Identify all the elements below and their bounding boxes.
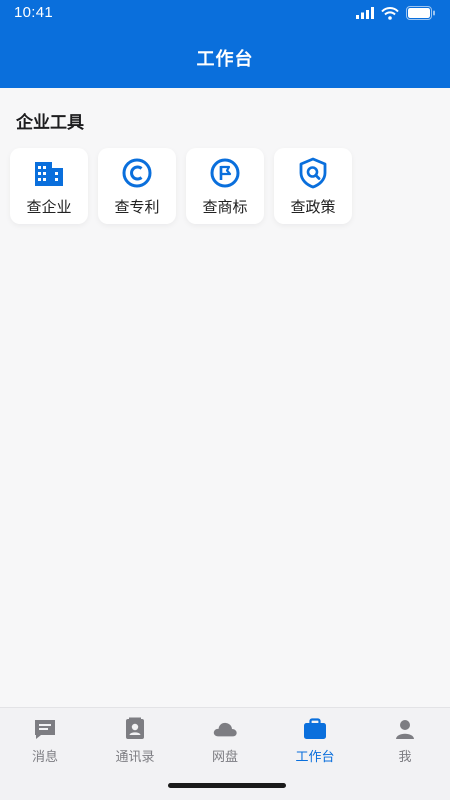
tab-cloud-drive[interactable]: 网盘 <box>180 716 270 765</box>
tab-messages[interactable]: 消息 <box>0 716 90 765</box>
page-title: 工作台 <box>196 49 254 70</box>
tool-grid: 查企业 查专利 查商标 查政策 <box>10 148 352 224</box>
signal-icon <box>356 7 374 19</box>
section-title: 企业工具 <box>16 113 84 133</box>
tool-patent-search[interactable]: 查专利 <box>98 148 176 224</box>
tool-label: 查专利 <box>114 198 160 216</box>
building-icon <box>32 156 66 190</box>
tab-label: 消息 <box>31 750 58 765</box>
tab-label: 工作台 <box>295 750 335 765</box>
tool-label: 查商标 <box>202 198 248 216</box>
contacts-icon <box>122 716 148 742</box>
tab-workbench[interactable]: 工作台 <box>270 716 360 765</box>
tool-trademark-search[interactable]: 查商标 <box>186 148 264 224</box>
tab-label: 通讯录 <box>115 750 155 765</box>
status-bar: 10:41 <box>0 0 450 26</box>
cloud-icon <box>212 716 238 742</box>
tool-policy-search[interactable]: 查政策 <box>274 148 352 224</box>
battery-icon <box>406 6 435 20</box>
bottom-tab-bar: 消息 通讯录 网盘 工作台 我 <box>0 707 450 800</box>
status-time: 10:41 <box>14 4 54 21</box>
tab-contacts[interactable]: 通讯录 <box>90 716 180 765</box>
briefcase-icon <box>302 716 328 742</box>
tool-company-search[interactable]: 查企业 <box>10 148 88 224</box>
header-bar: 10:41 工作台 <box>0 0 450 88</box>
tab-me[interactable]: 我 <box>360 716 450 765</box>
wifi-icon <box>381 6 399 20</box>
chat-icon <box>32 716 58 742</box>
status-icons <box>356 4 436 22</box>
flag-icon <box>208 156 242 190</box>
tool-label: 查企业 <box>26 198 72 216</box>
tool-label: 查政策 <box>290 198 336 216</box>
home-indicator <box>168 783 286 788</box>
tab-label: 网盘 <box>211 750 238 765</box>
person-icon <box>392 716 418 742</box>
tab-label: 我 <box>398 750 412 765</box>
shield-search-icon <box>296 156 330 190</box>
copyright-icon <box>120 156 154 190</box>
